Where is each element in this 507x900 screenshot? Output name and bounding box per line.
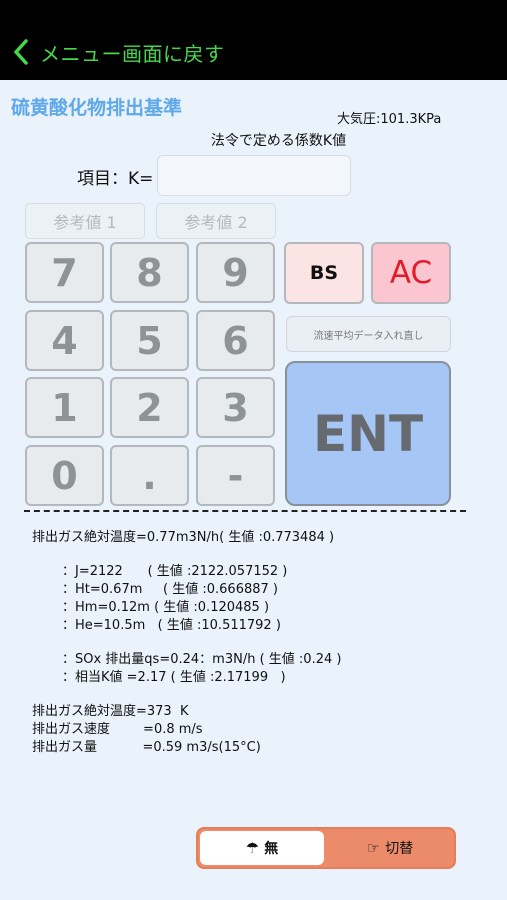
key-6[interactable]: 6	[196, 310, 275, 371]
key-7[interactable]: 7	[25, 242, 104, 303]
result-line: 排出ガス量 =0.59 m3/s(15°C)	[32, 740, 261, 755]
result-line: 排出ガス速度 =0.8 m/s	[32, 722, 203, 737]
result-line: ：He=10.5m ( 生値 :10.511792 )	[62, 618, 281, 633]
reload-average-data-button[interactable]: 流速平均データ入れ直し	[286, 316, 451, 352]
toggle-option-switch[interactable]: ☞ 切替	[326, 831, 454, 865]
reference-value-2-button[interactable]: 参考値 2	[156, 203, 276, 239]
key-2[interactable]: 2	[110, 377, 189, 438]
back-button[interactable]: メニュー画面に戻す	[12, 36, 225, 68]
key-4[interactable]: 4	[25, 310, 104, 371]
key-minus[interactable]: -	[196, 445, 275, 506]
k-value-label: 項目：K=	[77, 169, 154, 189]
result-line: ：Ht=0.67m ( 生値 :0.666887 )	[62, 582, 278, 597]
toggle-option-none-label: 無	[264, 841, 279, 857]
toggle-option-none[interactable]: ☂ 無	[200, 831, 324, 865]
result-line: 排出ガス絶対温度=373 K	[32, 704, 189, 719]
key-5[interactable]: 5	[110, 310, 189, 371]
toggle-option-switch-label: 切替	[385, 841, 414, 857]
chevron-left-icon	[14, 39, 28, 65]
key-3[interactable]: 3	[196, 377, 275, 438]
key-9[interactable]: 9	[196, 242, 275, 303]
pressure-label: 大気圧:101.3KPa	[337, 112, 442, 127]
divider	[24, 510, 466, 512]
navigation-bar: メニュー画面に戻す	[0, 0, 507, 80]
key-1[interactable]: 1	[25, 377, 104, 438]
subtitle: 法令で定める係数K値	[210, 133, 347, 149]
result-line: ：Hm=0.12m ( 生値 :0.120485 )	[62, 600, 270, 615]
umbrella-icon: ☂	[245, 839, 260, 857]
reference-value-1-button[interactable]: 参考値 1	[25, 203, 145, 239]
k-value-field[interactable]	[157, 155, 351, 196]
result-line: ：J=2122 ( 生値 :2122.057152 )	[62, 564, 288, 579]
all-clear-button[interactable]: AC	[371, 242, 451, 304]
page-title: 硫黄酸化物排出基準	[11, 97, 183, 119]
key-0[interactable]: 0	[25, 445, 104, 506]
pointing-hand-icon: ☞	[366, 839, 381, 857]
key-8[interactable]: 8	[110, 242, 189, 303]
result-line: ：相当K値 =2.17 ( 生値 :2.17199 )	[62, 670, 286, 685]
mode-toggle: ☂ 無 ☞ 切替	[196, 827, 456, 869]
backspace-button[interactable]: BS	[284, 242, 364, 304]
back-button-label: メニュー画面に戻す	[40, 41, 225, 66]
enter-button[interactable]: ENT	[285, 361, 451, 506]
result-line: ：SOx 排出量qs=0.24：m3N/h ( 生値 :0.24 )	[62, 652, 342, 667]
key-decimal[interactable]: .	[110, 445, 189, 506]
result-line: 排出ガス絶対温度=0.77m3N/h( 生値 :0.773484 )	[32, 530, 335, 545]
